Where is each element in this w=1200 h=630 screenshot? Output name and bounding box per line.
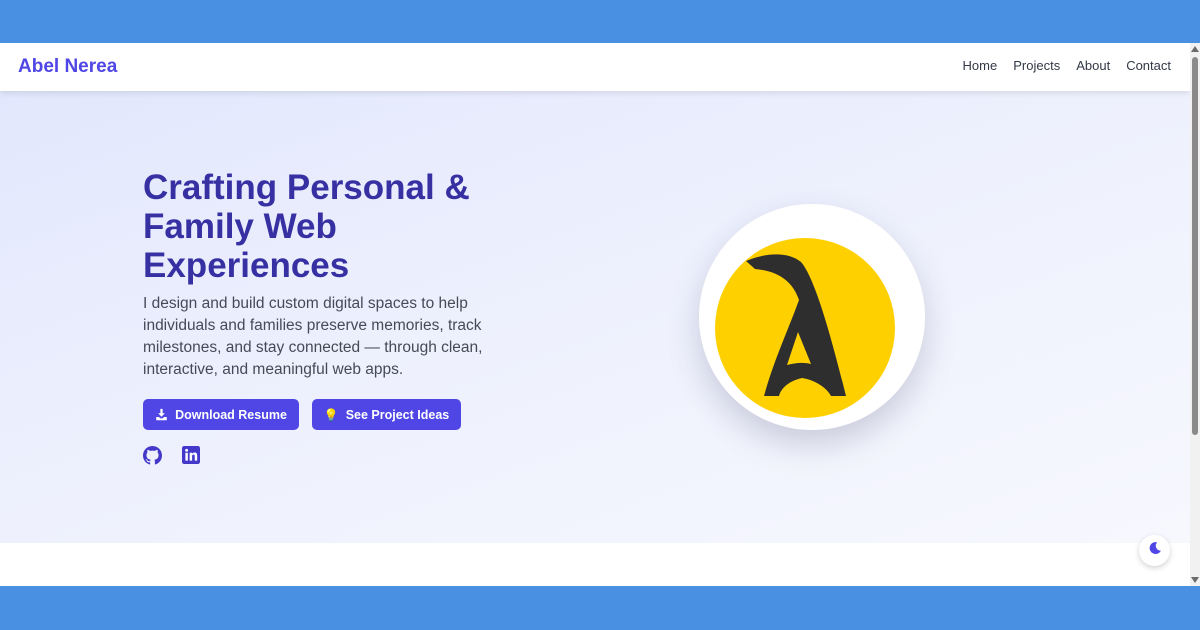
linkedin-link[interactable]	[181, 446, 200, 469]
profile-logo	[699, 204, 925, 430]
nav-links: Home Projects About Contact	[947, 58, 1171, 73]
navbar: Abel Nerea Home Projects About Contact	[0, 43, 1190, 91]
hero-section: Crafting Personal & Family Web Experienc…	[0, 91, 1190, 543]
logo-circle	[715, 238, 895, 418]
see-project-ideas-label: See Project Ideas	[345, 407, 450, 422]
download-resume-label: Download Resume	[175, 407, 287, 422]
browser-viewport: Abel Nerea Home Projects About Contact C…	[0, 43, 1200, 586]
logo-letter-a-icon	[746, 254, 846, 396]
github-link[interactable]	[143, 445, 162, 470]
hero-description: I design and build custom digital spaces…	[143, 295, 483, 378]
download-icon	[155, 408, 168, 421]
linkedin-icon	[181, 446, 200, 469]
lightbulb-icon: 💡	[323, 407, 339, 422]
scrollbar-thumb[interactable]	[1192, 57, 1198, 435]
moon-icon	[1148, 541, 1162, 560]
nav-link-home[interactable]: Home	[963, 58, 998, 73]
see-project-ideas-button[interactable]: 💡 See Project Ideas	[312, 399, 461, 430]
nav-link-contact[interactable]: Contact	[1126, 58, 1171, 73]
brand-logo-text[interactable]: Abel Nerea	[18, 56, 117, 78]
vertical-scrollbar[interactable]	[1190, 43, 1200, 586]
download-resume-button[interactable]: Download Resume	[143, 399, 299, 430]
github-icon	[143, 445, 162, 470]
nav-link-about[interactable]: About	[1076, 58, 1110, 73]
nav-link-projects[interactable]: Projects	[1013, 58, 1060, 73]
scroll-down-arrow-icon[interactable]	[1191, 577, 1199, 583]
theme-toggle-button[interactable]	[1139, 535, 1170, 566]
scroll-up-arrow-icon[interactable]	[1191, 46, 1199, 52]
hero-title: Crafting Personal & Family Web Experienc…	[143, 168, 470, 285]
